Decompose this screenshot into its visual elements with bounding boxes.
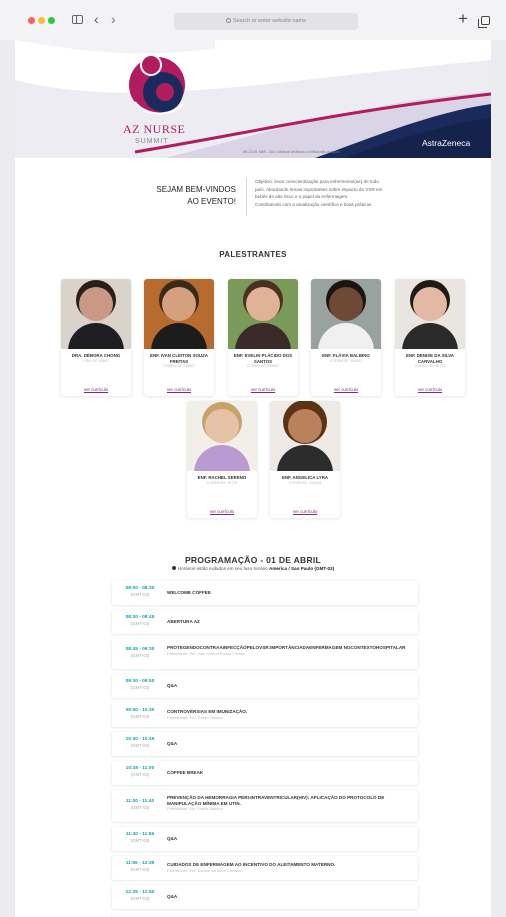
globe-icon xyxy=(171,566,176,570)
schedule-item: 11:00 - 11:40 (GMT-03) PREVENÇÃO DA HEMOR… xyxy=(112,790,418,822)
address-placeholder: Search or enter website name xyxy=(232,18,307,24)
maximize-window-button[interactable] xyxy=(48,17,55,24)
speaker-card: DRA. DÉBORA CHONG CRM-SP. 55647 ver curr… xyxy=(61,279,131,396)
view-cv-link[interactable]: ver currículo xyxy=(270,509,340,514)
welcome-heading: SEJAM BEM-VINDOS AO EVENTO! xyxy=(156,185,236,206)
schedule-item: 10:30 - 10:45 (GMT-03) Q&A xyxy=(112,732,418,756)
view-cv-link[interactable]: ver currículo xyxy=(395,387,465,392)
speaker-card: ENF. EVELIN PLÁCIDO DOS SANTOS COREN-SP.… xyxy=(228,279,298,396)
speaker-photo xyxy=(228,279,298,349)
event-banner: AZ NURSE SUMMIT BR-22116. MAR - 2021 | M… xyxy=(15,40,491,158)
speaker-name: ENF. DENISE DA SILVA CARVALHO COREN-SP. … xyxy=(406,353,454,369)
view-cv-link[interactable]: ver currículo xyxy=(311,387,381,392)
back-button[interactable]: ‹ xyxy=(94,11,99,27)
banner-disclaimer: BR-22116. MAR - 2021 | Material destinad… xyxy=(243,150,341,154)
schedule-heading: PROGRAMAÇÃO - 01 DE ABRIL xyxy=(184,555,322,565)
banner-graphic xyxy=(15,40,491,158)
schedule-item: 09:30 - 09:50 (GMT-03) Q&A xyxy=(112,674,418,698)
web-page: AZ NURSE SUMMIT BR-22116. MAR - 2021 | M… xyxy=(15,40,491,917)
speaker-name: ENF. ANGELICA LYRA COREN-RJ. 234445 xyxy=(281,475,329,485)
minimize-window-button[interactable] xyxy=(38,17,45,24)
speaker-photo xyxy=(270,401,340,471)
speaker-photo xyxy=(144,279,214,349)
speaker-photo xyxy=(187,401,257,471)
speaker-card: ENF. RACHEL SERENO COREN-RJ. 96770 ver c… xyxy=(187,401,257,518)
speaker-name: ENF. IVAN CLEITON SOUZA FREITAS COREN-SP… xyxy=(150,353,208,369)
schedule-item: 08:30 - 08:45 (GMT-03) ABERTURA AZ xyxy=(112,610,418,634)
speaker-card: ENF. FLÁVIA BALBINO COREN-SP. 564421 ver… xyxy=(311,279,381,396)
schedule-item: 08:45 - 09:30 (GMT-03) PROTEGENDOCONTRAAI… xyxy=(112,639,418,669)
forward-button[interactable]: › xyxy=(111,11,116,27)
view-cv-link[interactable]: ver currículo xyxy=(228,387,298,392)
speaker-name: ENF. RACHEL SERENO COREN-RJ. 96770 xyxy=(197,475,247,485)
search-icon xyxy=(225,18,231,23)
speakers-heading: PALESTRANTES xyxy=(219,250,287,259)
speaker-name: DRA. DÉBORA CHONG CRM-SP. 55647 xyxy=(71,353,121,363)
new-tab-button[interactable]: + xyxy=(458,9,468,29)
tab-overview-icon[interactable] xyxy=(478,16,490,28)
schedule-item: 11:55 - 12:35 (GMT-03) CUIDADOS DE ENFERM… xyxy=(112,856,418,880)
speaker-photo xyxy=(395,279,465,349)
speaker-photo xyxy=(61,279,131,349)
schedule-item: 08:00 - 08:30 (GMT-03) WELCOME COFFEE xyxy=(112,581,418,605)
sidebar-icon[interactable] xyxy=(72,15,83,24)
speaker-name: ENF. FLÁVIA BALBINO COREN-SP. 564421 xyxy=(322,353,370,363)
az-nurse-logo xyxy=(129,54,185,115)
speaker-name: ENF. EVELIN PLÁCIDO DOS SANTOS COREN-SP.… xyxy=(233,353,293,369)
schedule-item: 10:45 - 11:00 (GMT-03) COFFEE BREAK xyxy=(112,761,418,785)
speaker-card: ENF. IVAN CLEITON SOUZA FREITAS COREN-SP… xyxy=(144,279,214,396)
speaker-card: ENF. DENISE DA SILVA CARVALHO COREN-SP. … xyxy=(395,279,465,396)
timezone-note: Horários estão exibidos em seu fuso horá… xyxy=(15,566,491,571)
astrazeneca-logo: AstraZeneca xyxy=(422,138,471,148)
schedule-item: 09:50 - 10:30 (GMT-03) CONTROVÉRSIAS EM I… xyxy=(112,703,418,727)
brand-subtitle: SUMMIT xyxy=(135,138,169,145)
brand-title: AZ NURSE xyxy=(123,122,186,136)
speaker-photo xyxy=(311,279,381,349)
view-cv-link[interactable]: ver currículo xyxy=(61,387,131,392)
speaker-card: ENF. ANGELICA LYRA COREN-RJ. 234445 ver … xyxy=(270,401,340,518)
view-cv-link[interactable]: ver currículo xyxy=(144,387,214,392)
view-cv-link[interactable]: ver currículo xyxy=(187,509,257,514)
welcome-divider xyxy=(246,178,247,216)
welcome-description: Objetivo: levar conscientização para enf… xyxy=(255,179,383,207)
close-window-button[interactable] xyxy=(28,17,35,24)
schedule-item: 12:35 - 12:50 (GMT-03) Q&A xyxy=(112,885,418,909)
browser-toolbar: ‹ › Search or enter website name + xyxy=(0,0,506,40)
address-bar[interactable]: Search or enter website name xyxy=(174,13,358,30)
schedule-item: 11:40 - 11:55 (GMT-03) Q&A xyxy=(112,827,418,851)
